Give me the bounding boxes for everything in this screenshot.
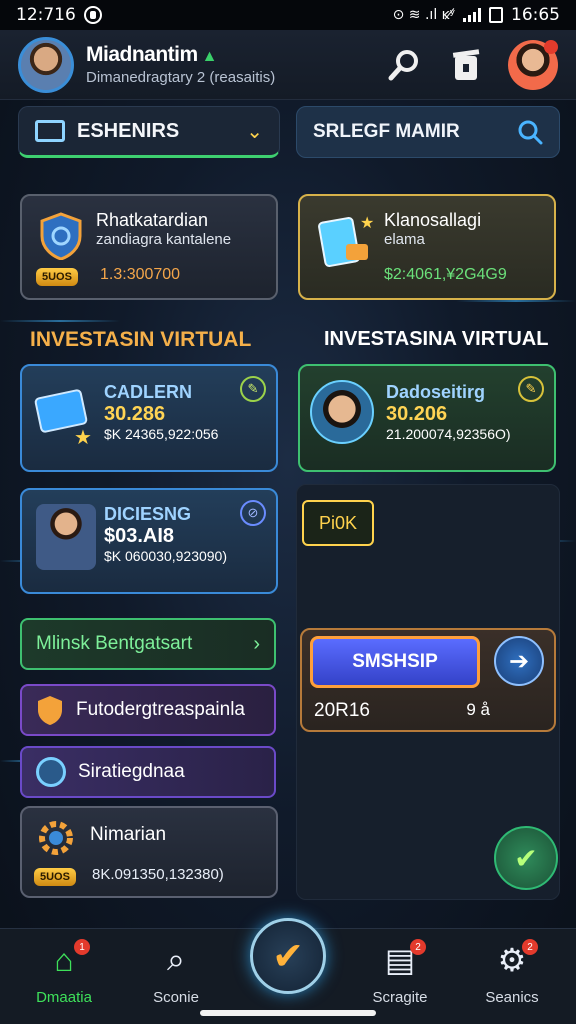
- tab-label: Scragite: [372, 989, 428, 1006]
- arrow-right-icon[interactable]: ➔: [494, 636, 544, 686]
- tab-home[interactable]: ⌂ 1 Dmaatia: [24, 937, 104, 1006]
- confirm-fab[interactable]: ✔: [494, 826, 558, 890]
- investment-name: DICIESNG: [104, 504, 192, 524]
- bottom-card[interactable]: Nimarian 5UOS 8K.091350,132380): [20, 806, 278, 898]
- decor-line: [0, 320, 120, 322]
- card-subtitle: elama: [384, 231, 425, 248]
- tab-badge: 2: [522, 939, 538, 955]
- search-label: SRLEGF MAMIR: [313, 121, 460, 142]
- profile-name-row: Miadnantim ▲: [86, 43, 362, 67]
- tab-badge: 1: [74, 939, 90, 955]
- trash-icon[interactable]: [446, 45, 486, 85]
- tab-settings[interactable]: ⚙ 2 Seanics: [472, 937, 552, 1006]
- search-bar[interactable]: SRLEGF MAMIR: [296, 106, 560, 158]
- investment-detail: 21.200074,92356O): [386, 426, 511, 442]
- status-time-right: 16:65: [511, 5, 560, 25]
- shield-icon: [40, 212, 82, 260]
- status-bar: 12:716 ⊙ ≋ .ıl ĸʸ̸ 16:65: [0, 0, 576, 30]
- avatar: [36, 504, 96, 570]
- section-title: INVESTASINA VIRTUAL: [324, 328, 549, 350]
- tab-label: Sconie: [153, 989, 199, 1006]
- card-value: $2:4061,¥2G4G9: [384, 266, 507, 283]
- search-icon: ⌕: [167, 941, 185, 977]
- investment-card[interactable]: DICIESNG $03.AI8 $K 060030,923090) ⊘: [20, 488, 278, 594]
- section-title: INVESTASIN VIRTUAL: [30, 328, 252, 351]
- folder-icon: [35, 120, 65, 142]
- card-value: 1.3:300700: [100, 266, 181, 283]
- promo-card: SMSHSIP ➔ 20R16 9 å: [300, 628, 556, 732]
- battery-icon: [489, 7, 503, 23]
- investment-value: 30.286: [104, 403, 166, 425]
- avatar[interactable]: [18, 36, 74, 93]
- notification-icon: [83, 6, 102, 24]
- svg-text:★: ★: [360, 215, 374, 232]
- list-item-label: Mlinsk Bentgatsart: [36, 633, 193, 654]
- investment-name: CADLERN: [104, 382, 192, 402]
- list-item-label: Siratiegdnaa: [78, 761, 185, 782]
- search-icon[interactable]: [384, 45, 424, 85]
- user-avatar[interactable]: [508, 39, 558, 90]
- chevron-down-icon: ⌄: [246, 120, 263, 143]
- decor-line: [456, 300, 576, 302]
- tab-label: Seanics: [485, 989, 539, 1006]
- investment-card[interactable]: ★ CADLERN 30.286 $K 24365,922:056 ✎: [20, 364, 278, 472]
- tab-badge: 2: [410, 939, 426, 955]
- shield-icon: [38, 696, 62, 725]
- app-screen: 12:716 ⊙ ≋ .ıl ĸʸ̸ 16:65 Miadnantim ▲ Dim…: [0, 0, 576, 1024]
- profile-subtitle: Dimanedragtary 2 (reasaitis): [86, 69, 276, 86]
- status-icons: ⊙ ≋ .ıl ĸʸ̸: [392, 7, 455, 23]
- category-label: ESHENIRS: [77, 119, 180, 142]
- tab-search[interactable]: ⌕ Sconie: [136, 937, 216, 1006]
- investment-detail: $K 24365,922:056: [104, 426, 219, 442]
- card-title: Klanosallagi: [384, 210, 482, 230]
- currency-badge: 5UOS: [34, 868, 76, 886]
- category-dropdown[interactable]: ESHENIRS ⌄: [18, 106, 280, 158]
- promo-button[interactable]: SMSHSIP: [310, 636, 480, 688]
- home-indicator: [200, 1010, 376, 1016]
- account-card[interactable]: Rhatkatardian zandiagra kantalene 5UOS 1…: [20, 194, 278, 300]
- investment-value: $03.AI8: [104, 525, 175, 547]
- promo-left-text: 20R16: [314, 700, 370, 721]
- wallet-card[interactable]: ★ Klanosallagi elama $2:4061,¥2G4G9: [298, 194, 556, 300]
- tag-button[interactable]: Pi0K: [302, 500, 374, 546]
- search-icon[interactable]: [517, 119, 543, 145]
- list-item[interactable]: Futodergtreaspainla: [20, 684, 276, 736]
- profile-block: Miadnantim ▲ Dimanedragtary 2 (reasaitis): [86, 43, 362, 86]
- gear-icon: [39, 821, 73, 855]
- profile-name: Miadnantim: [86, 43, 198, 66]
- list-item[interactable]: Mlinsk Bentgatsart ›: [20, 618, 276, 670]
- avatar: [310, 380, 374, 444]
- globe-icon: [36, 757, 66, 787]
- svg-text:★: ★: [74, 427, 92, 448]
- tablet-icon: ★: [34, 389, 92, 448]
- check-icon: ✔: [514, 842, 538, 874]
- arrow-up-icon: ▲: [201, 48, 218, 65]
- tab-label: Dmaatia: [36, 989, 92, 1006]
- status-time: 12:716: [16, 5, 76, 25]
- app-header: Miadnantim ▲ Dimanedragtary 2 (reasaitis): [0, 30, 576, 100]
- tablet-icon: ★: [318, 215, 374, 267]
- tab-documents[interactable]: ▤ 2 Scragite: [360, 937, 440, 1006]
- signal-icon: [463, 8, 481, 22]
- investment-card[interactable]: Dadoseitirg 30.206 21.200074,92356O) ✎: [298, 364, 556, 472]
- edit-icon[interactable]: ⊘: [240, 500, 266, 526]
- card-subtitle: zandiagra kantalene: [96, 231, 232, 248]
- currency-badge: 5UOS: [36, 268, 78, 286]
- card-value: 8K.091350,132380): [92, 866, 224, 883]
- investment-name: Dadoseitirg: [386, 382, 486, 402]
- notification-badge: [544, 39, 558, 54]
- investment-value: 30.206: [386, 403, 448, 425]
- chevron-right-icon: ›: [253, 632, 260, 655]
- edit-icon[interactable]: ✎: [518, 376, 544, 402]
- edit-icon[interactable]: ✎: [240, 376, 266, 402]
- center-action-button[interactable]: ✔: [250, 918, 326, 994]
- promo-right-text: 9 å: [466, 700, 490, 719]
- card-title: Nimarian: [90, 824, 167, 845]
- investment-detail: $K 060030,923090): [104, 548, 227, 564]
- check-icon: ✔: [272, 935, 304, 978]
- list-item-label: Futodergtreaspainla: [76, 699, 245, 720]
- list-item[interactable]: Siratiegdnaa: [20, 746, 276, 798]
- card-title: Rhatkatardian: [96, 210, 209, 230]
